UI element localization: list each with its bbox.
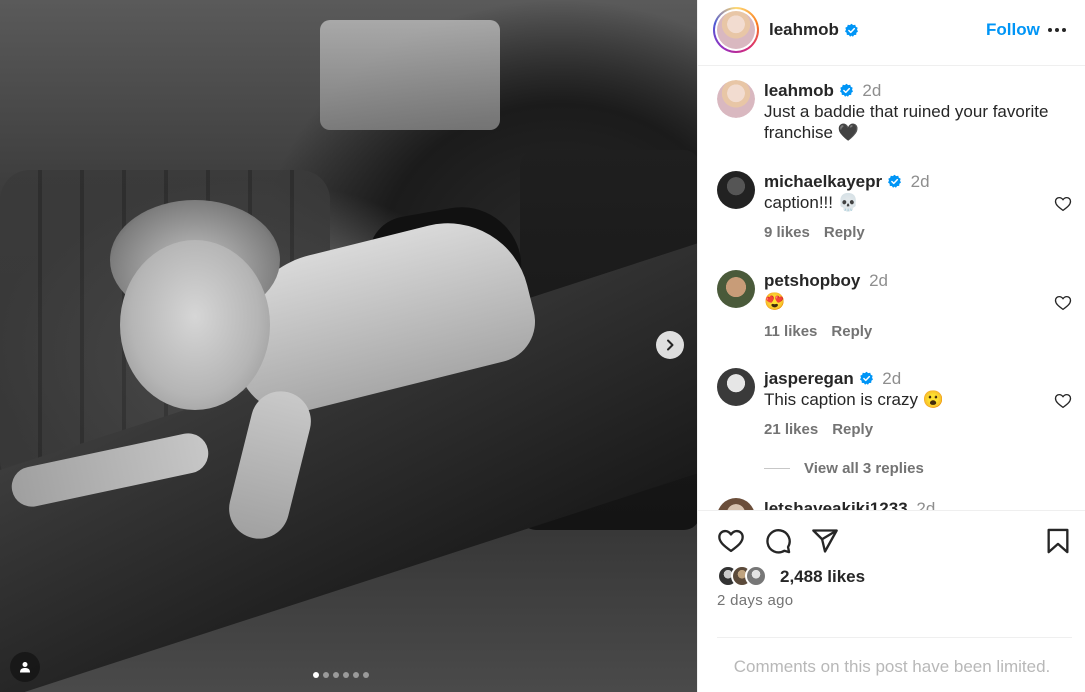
- verified-badge-icon: [844, 23, 858, 37]
- timestamp: 2d: [910, 172, 930, 191]
- comments-limited-notice: Comments on this post have been limited.: [733, 657, 1051, 676]
- timestamp: 2d: [916, 499, 936, 510]
- likes-count[interactable]: 2,488 likes: [780, 567, 865, 587]
- comment-likes[interactable]: 21 likes: [764, 421, 818, 438]
- verified-badge-icon: [887, 174, 901, 188]
- avatar[interactable]: [717, 498, 755, 510]
- liker-avatars[interactable]: [717, 565, 767, 587]
- comment-username[interactable]: letshaveakiki1233: [764, 499, 908, 510]
- avatar[interactable]: [717, 80, 755, 118]
- comment-text: This caption is crazy 😮: [764, 390, 944, 409]
- comment-likes[interactable]: 9 likes: [764, 224, 810, 241]
- post-actions: 2,488 likes 2 days ago Comments on this …: [698, 510, 1085, 692]
- user-icon: [20, 662, 30, 673]
- reply-button[interactable]: Reply: [831, 323, 872, 340]
- post-image[interactable]: [0, 0, 697, 692]
- comment-username[interactable]: jasperegan: [764, 369, 854, 388]
- save-bookmark-icon[interactable]: [1044, 527, 1072, 555]
- carousel-dot: [323, 672, 329, 678]
- comment-likes[interactable]: 11 likes: [764, 323, 817, 340]
- avatar[interactable]: [717, 270, 755, 308]
- comments-list[interactable]: leahmob 2d Just a baddie that ruined you…: [698, 67, 1085, 510]
- comment-icon[interactable]: [764, 527, 792, 555]
- like-heart-icon[interactable]: [717, 527, 745, 555]
- heart-icon[interactable]: [1054, 294, 1072, 312]
- heart-icon[interactable]: [1054, 195, 1072, 213]
- comment-text: 😍: [764, 292, 786, 311]
- tagged-users-button[interactable]: [10, 652, 40, 682]
- view-replies-button[interactable]: View all 3 replies: [764, 460, 924, 477]
- post-timestamp: 2 days ago: [717, 592, 794, 609]
- carousel-dot: [363, 672, 369, 678]
- more-options-icon[interactable]: [1048, 20, 1066, 40]
- divider: [717, 637, 1072, 638]
- verified-badge-icon: [859, 371, 873, 385]
- reply-button[interactable]: Reply: [832, 421, 873, 438]
- photo-subject: [8, 197, 544, 546]
- comment-username[interactable]: petshopboy: [764, 271, 860, 290]
- carousel-next-button[interactable]: [656, 331, 684, 359]
- avatar[interactable]: [717, 368, 755, 406]
- timestamp: 2d: [869, 271, 888, 290]
- carousel-dot: [353, 672, 359, 678]
- caption-text: Just a baddie that ruined your favorite …: [764, 102, 1049, 142]
- avatar: [745, 565, 767, 587]
- follow-button[interactable]: Follow: [986, 20, 1040, 40]
- comment-username[interactable]: michaelkayepr: [764, 172, 882, 191]
- share-icon[interactable]: [811, 527, 839, 555]
- view-replies-label: View all 3 replies: [804, 460, 924, 477]
- post-side-panel: leahmob Follow leahmob 2d Just a baddie …: [697, 0, 1085, 692]
- post-header: leahmob Follow: [698, 0, 1085, 66]
- divider: [764, 468, 790, 469]
- carousel-dot: [313, 672, 319, 678]
- carousel-dots: [313, 672, 369, 678]
- timestamp: 2d: [882, 369, 902, 388]
- chevron-right-icon: [667, 339, 674, 351]
- carousel-dot: [333, 672, 339, 678]
- reply-button[interactable]: Reply: [824, 224, 865, 241]
- avatar[interactable]: [713, 7, 759, 53]
- carousel-dot: [343, 672, 349, 678]
- caption-username[interactable]: leahmob: [764, 81, 834, 100]
- timestamp: 2d: [862, 81, 882, 100]
- avatar[interactable]: [717, 171, 755, 209]
- verified-badge-icon: [839, 83, 853, 97]
- car-window: [320, 20, 500, 130]
- comment-text: caption!!! 💀: [764, 193, 859, 212]
- author-username[interactable]: leahmob: [769, 20, 839, 40]
- heart-icon[interactable]: [1054, 392, 1072, 410]
